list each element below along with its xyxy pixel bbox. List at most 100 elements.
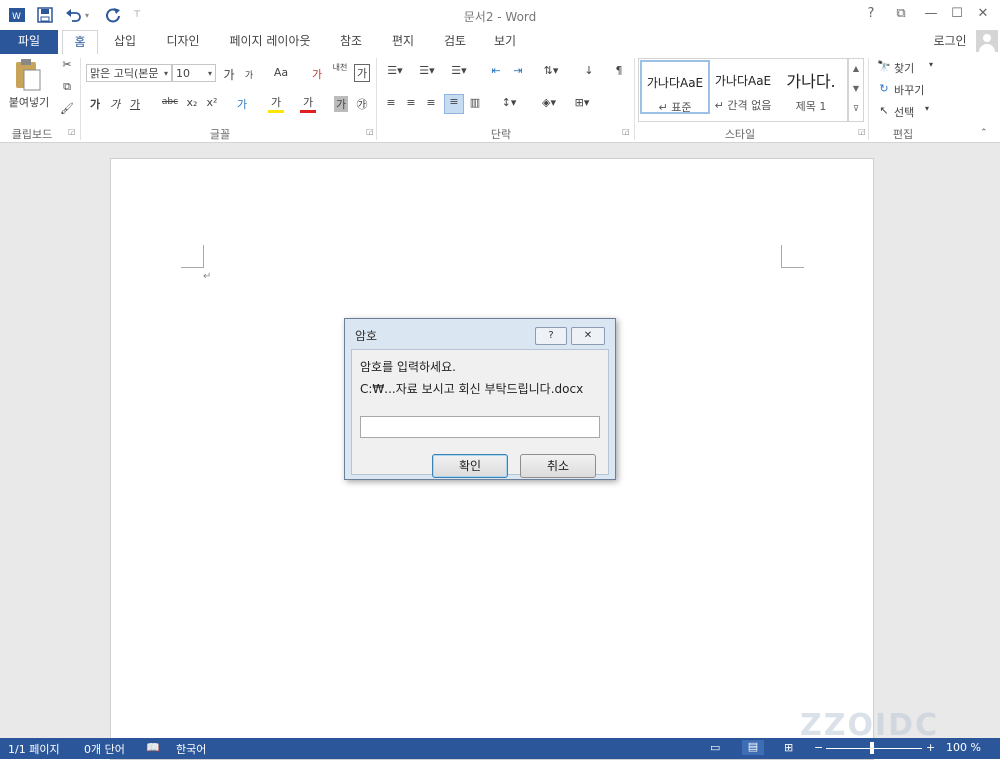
find-icon[interactable]: 🔭 bbox=[876, 60, 892, 73]
styles-group-label: 스타일 bbox=[724, 128, 756, 141]
decrease-indent-icon[interactable]: ⇤ bbox=[488, 64, 504, 77]
collapse-ribbon-icon[interactable]: ⌃ bbox=[980, 128, 988, 138]
minimize-button[interactable]: — bbox=[922, 6, 940, 22]
style-name: 제목 1 bbox=[795, 100, 827, 113]
paragraph-mark: ↵ bbox=[203, 271, 212, 282]
paste-icon[interactable] bbox=[10, 58, 46, 94]
zoom-level[interactable]: 100 % bbox=[946, 741, 981, 754]
tab-home[interactable]: 홈 bbox=[62, 30, 98, 56]
dialog-close-button[interactable]: ✕ bbox=[571, 327, 605, 345]
clear-formatting-icon[interactable]: 가 bbox=[310, 66, 324, 82]
chevron-down-icon[interactable]: ▼ bbox=[849, 79, 863, 99]
show-marks-icon[interactable]: ¶ bbox=[612, 64, 626, 77]
select-dropdown-icon[interactable]: ▾ bbox=[922, 104, 932, 113]
italic-icon[interactable]: 가 bbox=[108, 96, 122, 112]
sign-in-link[interactable]: 로그인 bbox=[928, 30, 972, 54]
tab-file[interactable]: 파일 bbox=[0, 30, 58, 54]
change-case-icon[interactable]: Aa bbox=[270, 66, 292, 79]
select-button[interactable]: 선택 bbox=[894, 104, 924, 120]
clipboard-launcher-icon[interactable]: ◲ bbox=[68, 128, 76, 136]
tab-review[interactable]: 검토 bbox=[436, 30, 474, 54]
replace-button[interactable]: 바꾸기 bbox=[894, 82, 934, 98]
highlight-color-icon[interactable]: 가 bbox=[268, 94, 284, 113]
styles-launcher-icon[interactable]: ◲ bbox=[858, 128, 866, 136]
page-count[interactable]: 1/1 페이지 bbox=[8, 741, 60, 757]
tab-insert[interactable]: 삽입 bbox=[106, 30, 144, 54]
ok-button[interactable]: 확인 bbox=[432, 454, 508, 478]
tab-references[interactable]: 참조 bbox=[332, 30, 370, 54]
cut-icon[interactable]: ✂ bbox=[60, 58, 74, 71]
borders-icon[interactable]: ⊞▾ bbox=[570, 96, 594, 109]
web-layout-icon[interactable]: ⊞ bbox=[784, 741, 793, 754]
numbering-icon[interactable]: ☰▾ bbox=[416, 64, 438, 77]
style-normal[interactable]: 가나다AaE ↵ 표준 bbox=[640, 60, 710, 114]
gallery-more-icon[interactable]: ⊽ bbox=[849, 99, 863, 119]
replace-icon[interactable]: ↻ bbox=[876, 82, 892, 95]
select-cursor-icon[interactable]: ↖ bbox=[876, 104, 892, 117]
subscript-icon[interactable]: x₂ bbox=[184, 96, 200, 109]
format-painter-icon[interactable]: 🖌 bbox=[60, 102, 74, 115]
maximize-button[interactable]: ☐ bbox=[948, 6, 966, 22]
line-spacing-icon[interactable]: ↕▾ bbox=[498, 96, 520, 109]
style-preview: 가나다AaE bbox=[714, 74, 772, 88]
group-divider bbox=[868, 58, 869, 140]
paste-button[interactable]: 붙여넣기 bbox=[4, 94, 54, 110]
chevron-up-icon[interactable]: ▲ bbox=[849, 59, 863, 79]
phonetic-guide-icon[interactable]: 내천 bbox=[330, 62, 350, 73]
bullets-icon[interactable]: ☰▾ bbox=[384, 64, 406, 77]
superscript-icon[interactable]: x² bbox=[204, 96, 220, 109]
sort-ascending-icon[interactable]: ↓ bbox=[582, 64, 596, 77]
character-shading-icon[interactable]: 가 bbox=[334, 96, 348, 112]
shading-icon[interactable]: ◈▾ bbox=[538, 96, 560, 109]
dialog-help-button[interactable]: ? bbox=[535, 327, 567, 345]
avatar[interactable] bbox=[976, 30, 998, 52]
character-border-icon[interactable]: 가 bbox=[354, 64, 370, 82]
align-left-icon[interactable]: ≡ bbox=[384, 96, 398, 109]
tab-page-layout[interactable]: 페이지 레이아웃 bbox=[222, 30, 318, 54]
copy-icon[interactable]: ⧉ bbox=[60, 80, 74, 94]
help-button[interactable]: ? bbox=[862, 6, 880, 22]
increase-indent-icon[interactable]: ⇥ bbox=[510, 64, 526, 77]
paragraph-launcher-icon[interactable]: ◲ bbox=[622, 128, 630, 136]
language-indicator[interactable]: 한국어 bbox=[176, 741, 206, 757]
find-dropdown-icon[interactable]: ▾ bbox=[926, 60, 936, 69]
enclose-characters-icon[interactable]: ㉮ bbox=[354, 96, 370, 112]
style-heading-1[interactable]: 가나다. 제목 1 bbox=[776, 60, 846, 114]
font-launcher-icon[interactable]: ◲ bbox=[366, 128, 374, 136]
tab-mailings[interactable]: 편지 bbox=[384, 30, 422, 54]
font-name-value: 맑은 고딕(본문 bbox=[90, 67, 159, 80]
strikethrough-icon[interactable]: abc bbox=[160, 97, 180, 107]
bold-icon[interactable]: 가 bbox=[88, 96, 102, 112]
proofing-icon[interactable]: 📖 bbox=[146, 741, 160, 754]
justify-icon[interactable]: ≡ bbox=[444, 94, 464, 114]
font-color-icon[interactable]: 가 bbox=[300, 94, 316, 113]
sort-icon[interactable]: ⇅▾ bbox=[540, 64, 562, 77]
styles-scroll[interactable]: ▲ ▼ ⊽ bbox=[848, 58, 864, 122]
group-divider bbox=[80, 58, 81, 140]
align-right-icon[interactable]: ≡ bbox=[424, 96, 438, 109]
find-button[interactable]: 찾기 bbox=[894, 60, 924, 76]
zoom-slider-thumb[interactable] bbox=[870, 742, 874, 754]
print-layout-icon[interactable]: ▤ bbox=[742, 740, 764, 755]
font-size-combo[interactable]: 10 ▾ bbox=[172, 64, 216, 82]
underline-icon[interactable]: 가 bbox=[128, 96, 142, 112]
shrink-font-icon[interactable]: 가 bbox=[242, 68, 256, 81]
zoom-slider[interactable] bbox=[826, 748, 922, 749]
multilevel-list-icon[interactable]: ☰▾ bbox=[448, 64, 470, 77]
close-button[interactable]: ✕ bbox=[974, 6, 992, 22]
password-input[interactable] bbox=[360, 416, 600, 438]
chevron-down-icon: ▾ bbox=[163, 69, 168, 78]
text-effects-icon[interactable]: 가 bbox=[234, 96, 250, 112]
style-preview: 가나다. bbox=[786, 72, 836, 91]
ribbon-display-options-button[interactable]: ⧉ bbox=[892, 6, 910, 22]
grow-font-icon[interactable]: 가 bbox=[222, 66, 236, 83]
font-name-combo[interactable]: 맑은 고딕(본문 ▾ bbox=[86, 64, 172, 82]
style-no-spacing[interactable]: 가나다AaE ↵ 간격 없음 bbox=[708, 60, 778, 114]
align-center-icon[interactable]: ≡ bbox=[404, 96, 418, 109]
distributed-icon[interactable]: ▥ bbox=[468, 96, 482, 109]
read-mode-icon[interactable]: ▭ bbox=[710, 741, 720, 754]
cancel-button[interactable]: 취소 bbox=[520, 454, 596, 478]
tab-design[interactable]: 디자인 bbox=[158, 30, 208, 54]
tab-view[interactable]: 보기 bbox=[486, 30, 524, 54]
word-count[interactable]: 0개 단어 bbox=[84, 741, 125, 757]
